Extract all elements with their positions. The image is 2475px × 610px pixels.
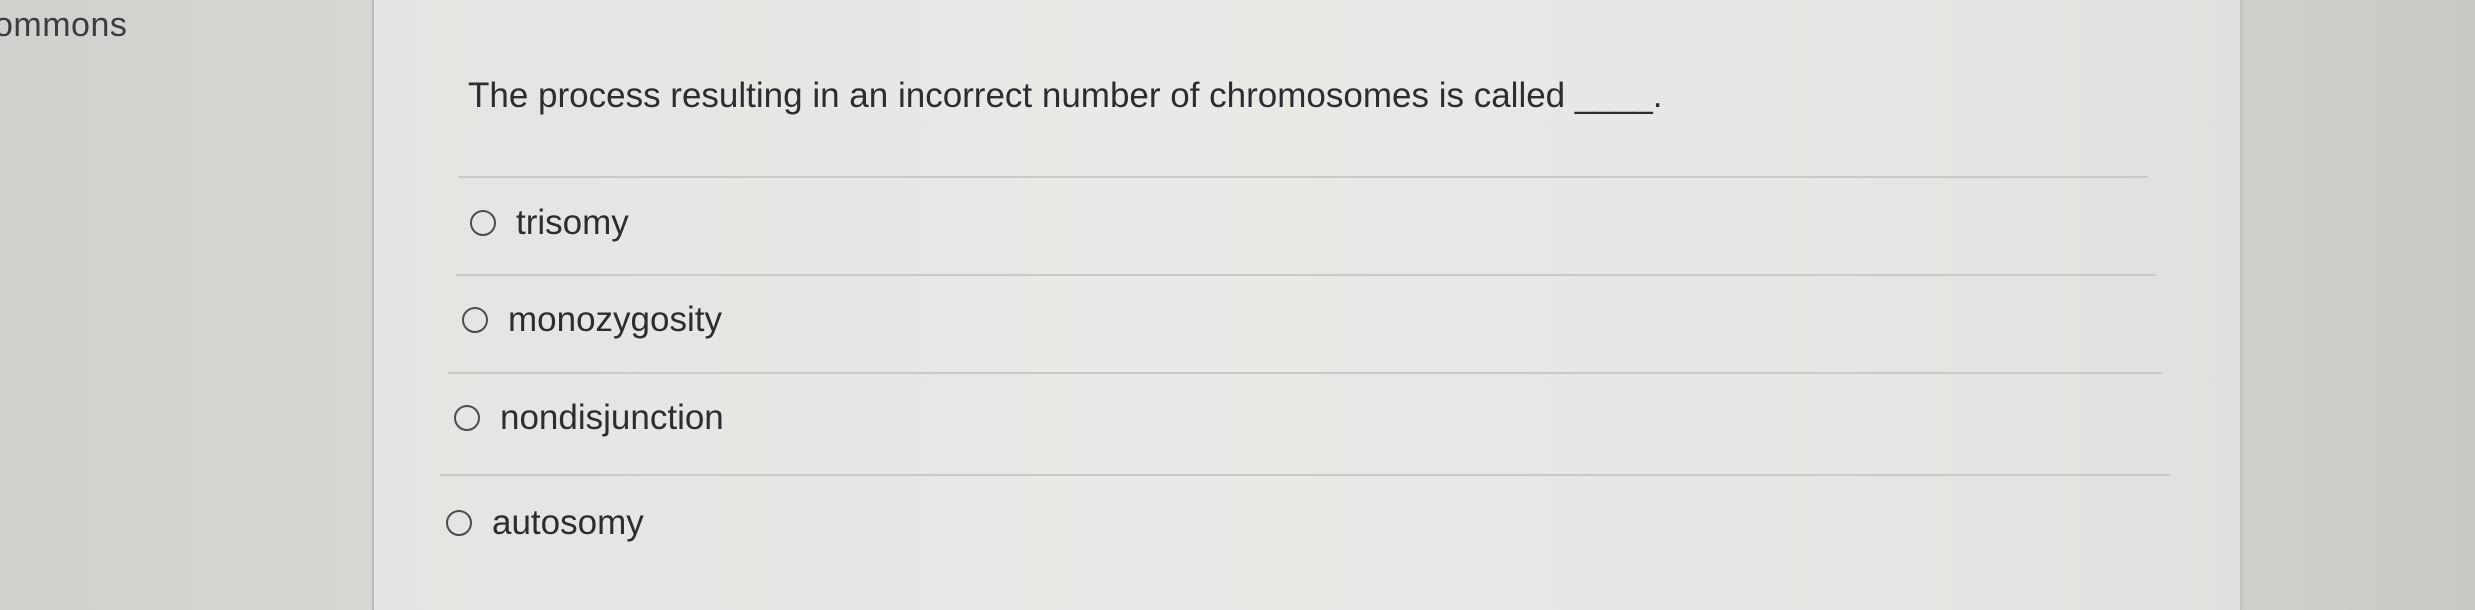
answer-option-trisomy[interactable]: trisomy — [470, 195, 629, 251]
option-divider — [448, 372, 2162, 374]
option-divider — [440, 474, 2170, 476]
answer-option-nondisjunction[interactable]: nondisjunction — [454, 390, 724, 446]
answer-option-label: nondisjunction — [500, 398, 724, 437]
radio-button-monozygosity[interactable] — [462, 307, 488, 333]
answer-option-label: autosomy — [492, 503, 644, 542]
sidebar-course-label: ommons — [0, 6, 128, 44]
answer-option-autosomy[interactable]: autosomy — [446, 495, 644, 551]
option-divider — [456, 274, 2156, 276]
radio-button-autosomy[interactable] — [446, 510, 472, 536]
radio-button-trisomy[interactable] — [470, 210, 496, 236]
question-divider — [458, 176, 2148, 178]
radio-button-nondisjunction[interactable] — [454, 405, 480, 431]
question-text: The process resulting in an incorrect nu… — [468, 76, 1663, 115]
answer-option-label: trisomy — [516, 203, 629, 242]
answer-option-label: monozygosity — [508, 300, 722, 339]
question-card: The process resulting in an incorrect nu… — [372, 0, 2242, 610]
answer-option-monozygosity[interactable]: monozygosity — [462, 292, 722, 348]
